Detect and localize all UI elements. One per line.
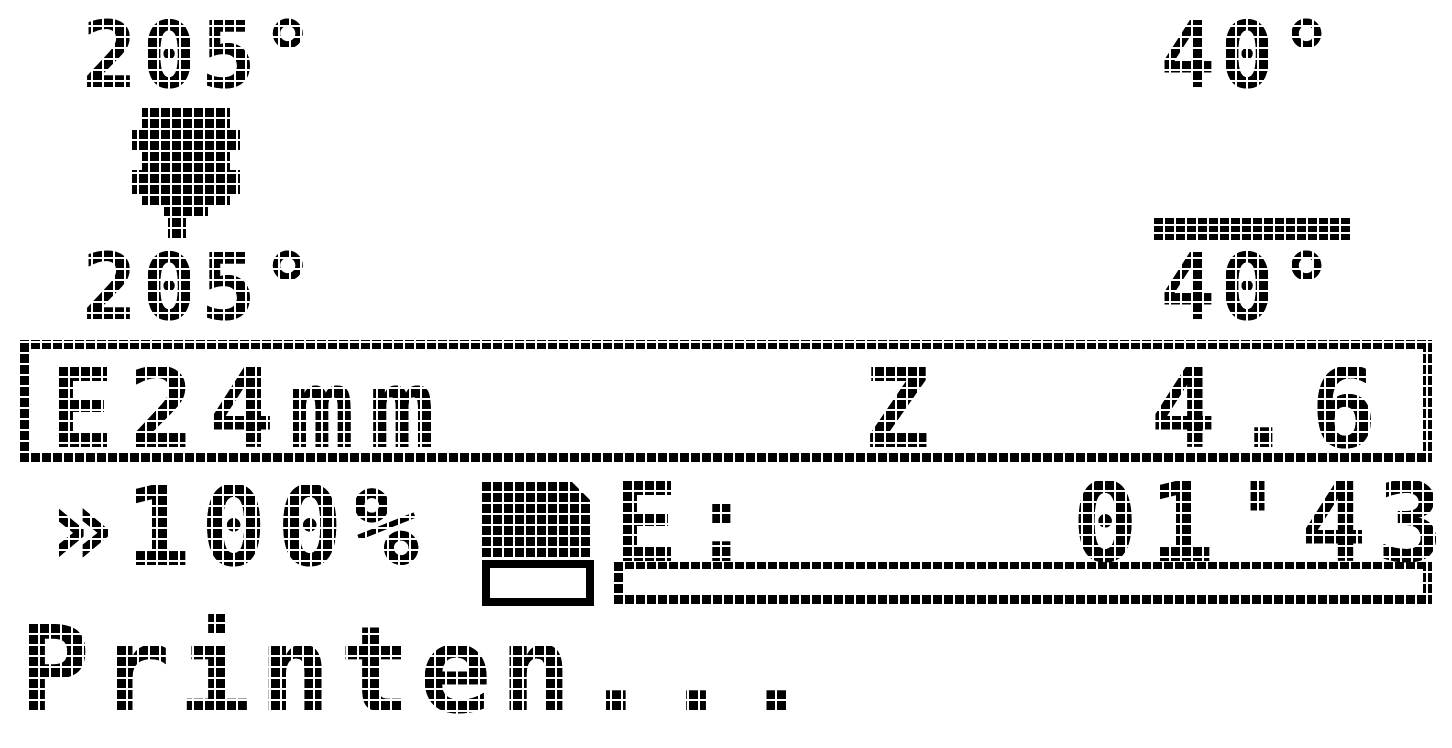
e-position-label: E24mm <box>48 345 450 473</box>
z-axis-label: Z <box>864 345 945 473</box>
bed-target-temp: 40° <box>1160 234 1339 341</box>
lcd-screen: 205° 205° 40° 40° E24mm Z 4.6 »100% E: 0… <box>0 0 1452 748</box>
z-position-value: 4.6 <box>1150 345 1391 473</box>
hotend-target-temp: 205° <box>82 234 320 341</box>
status-message: Printen... <box>18 602 821 741</box>
print-progress-bar <box>614 560 1432 604</box>
bed-icon <box>1154 218 1352 240</box>
feedrate-value: »100% <box>48 463 430 591</box>
bed-current-temp: 40° <box>1160 2 1339 109</box>
hotend-nozzle-icon <box>132 108 240 240</box>
sd-card-icon <box>482 482 594 606</box>
hotend-current-temp: 205° <box>82 2 320 109</box>
